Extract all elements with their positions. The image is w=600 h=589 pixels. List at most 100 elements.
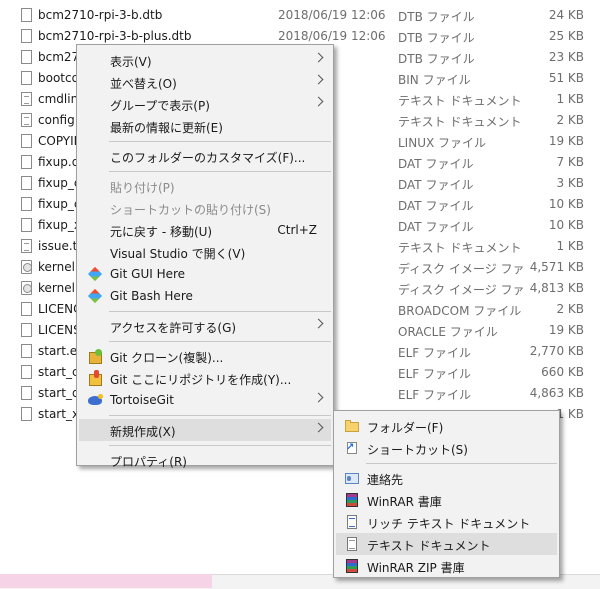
file-type: LINUX ファイル [398,136,487,150]
menu-item-label: 連絡先 [367,473,404,487]
file-size: 2 KB [556,302,584,316]
menu-separator [109,171,331,172]
menu-item-rtf[interactable]: リッチ テキスト ドキュメント [336,511,557,533]
menu-item-text[interactable]: テキスト ドキュメント [336,533,557,555]
menu-item-customize[interactable]: このフォルダーのカスタマイズ(F)... [79,145,331,167]
menu-item-tortoisegit[interactable]: TortoiseGit [79,389,331,411]
menu-separator [109,341,331,342]
menu-item-git-gui[interactable]: Git GUI Here [79,263,331,285]
menu-item-label: WinRAR ZIP 書庫 [367,561,465,575]
menu-item-label: Git ここにリポジトリを作成(Y)... [110,373,292,387]
menu-item-undo[interactable]: 元に戻す - 移動(U) Ctrl+Z [79,219,331,241]
file-type: テキスト ドキュメント [398,94,522,108]
text-file-icon [21,92,32,106]
menu-item-label: ショートカットの貼り付け(S) [110,203,271,217]
menu-item-shortcut[interactable]: ショートカット(S) [336,437,557,459]
menu-item-label: Git クローン(複製)... [110,351,224,365]
file-type: ELF ファイル [398,388,471,402]
menu-item-label: ショートカット(S) [367,443,468,457]
file-date: 2018/06/19 12:06 [278,29,386,43]
file-icon [21,155,32,169]
file-icon [21,218,32,232]
create-icon [87,370,103,386]
menu-item-winrar-zip[interactable]: WinRAR ZIP 書庫 [336,555,557,577]
file-size: 2,770 KB [529,344,584,358]
file-type: DAT ファイル [398,199,474,213]
menu-item-label: アクセスを許可する(G) [110,321,237,335]
clone-icon [87,348,103,364]
file-type: ELF ファイル [398,367,471,381]
menu-item-folder[interactable]: フォルダー(F) [336,415,557,437]
file-size: 4,863 KB [529,386,584,400]
file-date: 2018/06/19 12:06 [278,8,386,22]
menu-item-label: Git GUI Here [110,267,186,281]
file-name: LICENS [38,323,81,337]
chevron-right-icon [313,74,324,85]
file-type: DTB ファイル [398,31,475,45]
file-icon [21,71,32,85]
file-size: 4,571 KB [529,260,584,274]
file-type: DTB ファイル [398,10,475,24]
menu-separator [109,141,331,142]
file-icon [21,302,32,316]
menu-item-label: 貼り付け(P) [110,181,175,195]
menu-separator [366,463,557,464]
menu-item-shortcut: Ctrl+Z [277,223,317,237]
menu-item-open-vs[interactable]: Visual Studio で開く(V) [79,241,331,263]
file-type: テキスト ドキュメント [398,241,522,255]
file-icon [21,197,32,211]
file-name: cmdlin [38,92,79,106]
file-name: bcm27 [38,50,80,64]
file-type: DAT ファイル [398,178,474,192]
folder-icon [344,418,360,434]
file-size: 10 KB [548,197,584,211]
shortcut-icon [344,440,360,456]
menu-item-label: Git Bash Here [110,289,193,303]
file-icon [21,50,32,64]
menu-item-group[interactable]: グループで表示(P) [79,93,331,115]
file-name: bcm2710-rpi-3-b-plus.dtb [38,29,192,43]
chevron-right-icon [313,392,324,403]
menu-item-properties[interactable]: プロパティ(R) [79,449,331,471]
menu-item-refresh[interactable]: 最新の情報に更新(E) [79,115,331,137]
file-name: LICENC [38,302,82,316]
file-size: 1 KB [556,407,584,421]
menu-item-view[interactable]: 表示(V) [79,49,331,71]
file-size: 7 KB [556,155,584,169]
git-bash-icon [87,288,103,304]
menu-item-label: 元に戻す - 移動(U) [110,225,213,239]
menu-separator [109,415,331,416]
menu-item-new[interactable]: 新規作成(X) [79,419,331,441]
menu-item-label: グループで表示(P) [110,99,210,113]
taskbar-strip [0,574,212,588]
file-name: fixup_x [38,218,81,232]
file-icon [21,8,32,22]
file-size: 660 KB [541,365,584,379]
disc-image-icon [21,281,32,295]
file-size: 1 KB [556,239,584,253]
file-icon [21,134,32,148]
git-gui-icon [87,266,103,282]
menu-item-winrar[interactable]: WinRAR 書庫 [336,489,557,511]
menu-item-label: フォルダー(F) [367,421,444,435]
menu-item-contact[interactable]: 連絡先 [336,467,557,489]
chevron-right-icon [313,96,324,107]
menu-item-git-clone[interactable]: Git クローン(複製)... [79,345,331,367]
file-type: BROADCOM ファイル [398,304,522,318]
file-type: ディスク イメージ ファ [398,262,525,276]
menu-item-label: このフォルダーのカスタマイズ(F)... [110,151,306,165]
menu-separator [109,311,331,312]
menu-item-access[interactable]: アクセスを許可する(G) [79,315,331,337]
file-size: 23 KB [548,50,584,64]
contact-icon [344,470,360,486]
menu-item-paste: 貼り付け(P) [79,175,331,197]
text-file-icon [21,239,32,253]
file-row[interactable]: bcm2710-rpi-3-b.dtb 2018/06/19 12:06 DTB フ… [0,5,600,26]
menu-item-sort[interactable]: 並べ替え(O) [79,71,331,93]
file-name: fixup_c [38,197,81,211]
menu-item-git-bash[interactable]: Git Bash Here [79,285,331,307]
menu-item-git-create[interactable]: Git ここにリポジトリを作成(Y)... [79,367,331,389]
file-icon [21,344,32,358]
file-icon [21,29,32,43]
tortoise-icon [87,392,103,408]
